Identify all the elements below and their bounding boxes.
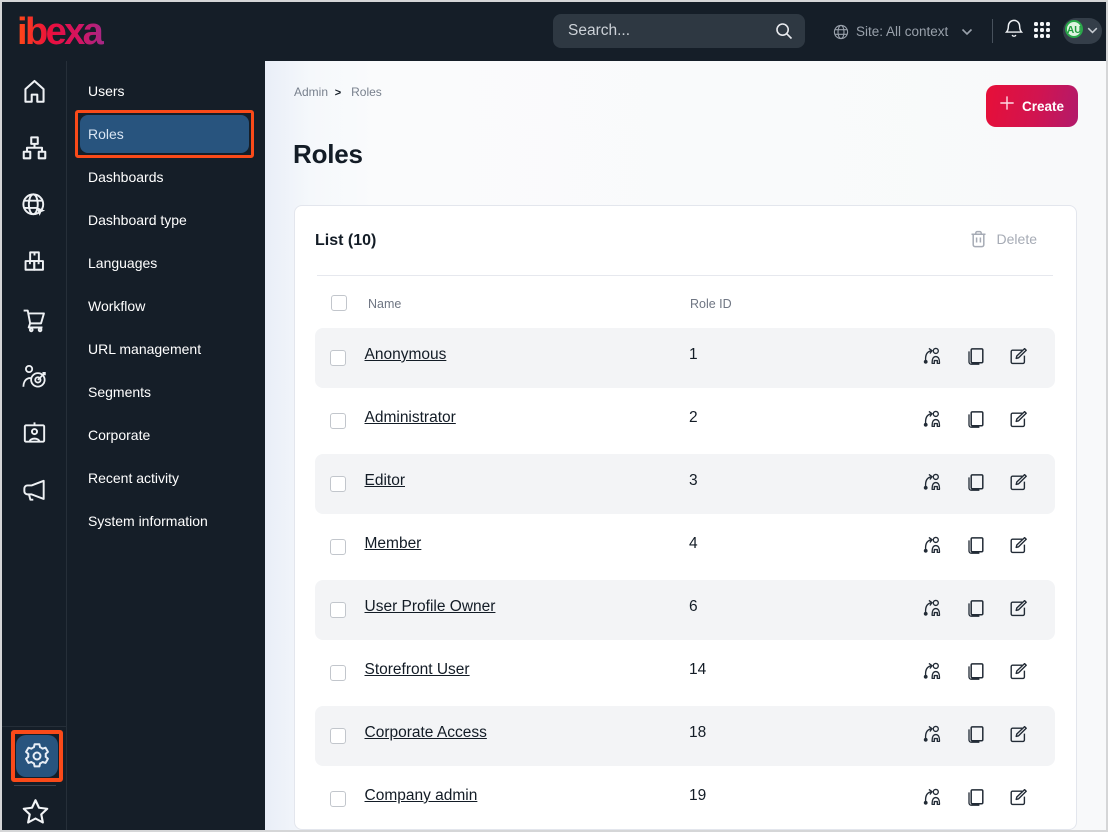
svg-text:ibexa: ibexa [17, 11, 105, 47]
